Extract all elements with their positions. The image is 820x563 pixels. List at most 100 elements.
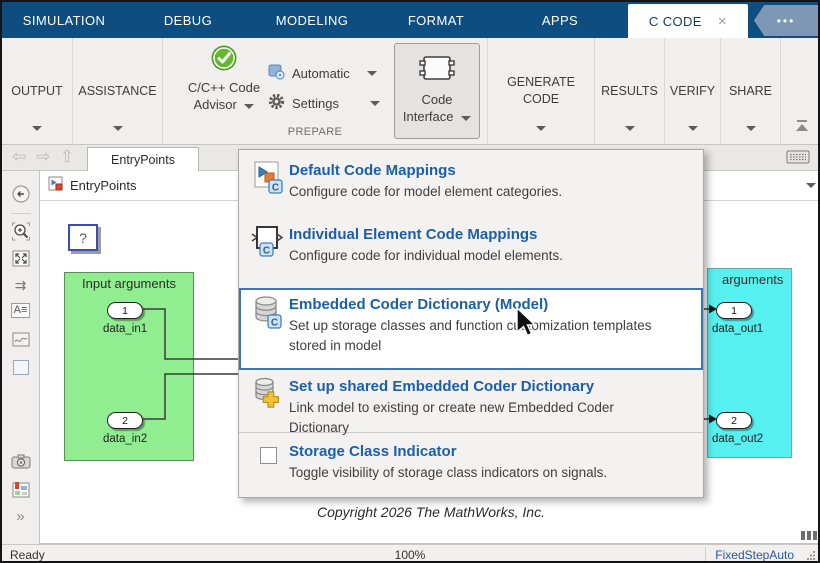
chevron-down-icon [536, 126, 546, 131]
close-tab-icon[interactable]: × [718, 14, 727, 29]
menu-item-individual-element-code-mappings[interactable]: C Individual Element Code Mappings Confi… [239, 220, 703, 286]
code-interface-label-line2: Interface [403, 108, 472, 125]
outport-2-label: data_out2 [712, 433, 764, 445]
code-advisor-label-line2: Advisor [194, 96, 255, 113]
code-advisor-label-line1: C/C++ Code [187, 80, 261, 95]
fit-to-view-icon[interactable] [12, 250, 30, 267]
ellipsis-icon: ••• [776, 13, 796, 28]
chevron-down-icon [461, 116, 472, 121]
code-interface-menu: C Default Code Mappings Configure code f… [238, 149, 704, 498]
menu-item-description: Configure code for model element categor… [289, 184, 563, 199]
prepare-section-label: PREPARE [287, 126, 343, 138]
inport-2[interactable]: 2 [107, 412, 143, 429]
menu-item-description: Link model to existing or create new Emb… [289, 400, 614, 435]
code-interface-label-line1: Code [421, 92, 453, 107]
chevron-down-icon [244, 104, 255, 109]
mouse-cursor [515, 306, 539, 344]
menu-item-title: Embedded Coder Dictionary (Model) [289, 296, 549, 313]
tab-debug[interactable]: DEBUG [126, 2, 250, 38]
results-dropdown-button[interactable]: RESULTS [595, 38, 665, 144]
screenshot-camera-icon[interactable] [11, 454, 31, 469]
shared-dictionary-icon [247, 372, 289, 432]
area-box-icon[interactable] [12, 360, 29, 375]
menu-item-shared-embedded-coder-dictionary[interactable]: Set up shared Embedded Coder Dictionary … [239, 372, 703, 435]
tab-c-code-active[interactable]: C CODE × [628, 4, 748, 38]
status-divider [705, 547, 706, 561]
chevron-down-icon [369, 100, 380, 106]
generate-code-button[interactable]: GENERATE CODE [488, 38, 595, 144]
simulink-window: SIMULATION DEBUG MODELING FORMAT APPS C … [0, 0, 820, 563]
menu-item-embedded-coder-dictionary[interactable]: C Embedded Coder Dictionary (Model) Set … [239, 288, 703, 370]
hide-explorer-bar-icon[interactable] [12, 185, 30, 203]
svg-text:C: C [272, 183, 279, 194]
results-label: RESULTS [601, 83, 658, 98]
tab-c-code-label: C CODE [648, 13, 702, 29]
outport-1[interactable]: 1 [716, 302, 752, 319]
signal-routing-icon[interactable]: ⇉ [15, 277, 27, 294]
status-message: Ready [10, 548, 45, 562]
outport-2[interactable]: 2 [716, 412, 752, 429]
chevron-down-icon [745, 126, 756, 131]
storage-class-indicator-checkbox[interactable] [259, 447, 277, 464]
code-interface-block-icon [417, 54, 457, 85]
status-bar: Ready 100% FixedStepAuto [2, 544, 818, 562]
generate-code-label: GENERATE CODE [507, 75, 575, 106]
output-arguments-block[interactable]: arguments 1 data_out1 2 data_out2 [707, 268, 792, 458]
input-arguments-block[interactable]: Input arguments 1 data_in1 2 data_in2 [64, 272, 194, 461]
tab-modeling[interactable]: MODELING [250, 2, 374, 38]
resize-grip-icon[interactable] [806, 549, 816, 561]
automatic-build-icon [268, 64, 285, 83]
settings-label: Settings [292, 95, 339, 111]
output-dropdown-button[interactable]: OUTPUT [2, 38, 73, 144]
menu-item-description: Configure code for individual model elem… [289, 248, 563, 263]
gear-icon [268, 93, 285, 113]
library-browser-icon[interactable] [12, 481, 30, 498]
copyright-annotation: Copyright 2026 The MathWorks, Inc. [317, 504, 545, 520]
document-tab-entrypoints[interactable]: EntryPoints [87, 147, 199, 171]
tab-format[interactable]: FORMAT [374, 2, 498, 38]
tab-simulation[interactable]: SIMULATION [2, 2, 126, 38]
navigate-back-icon[interactable]: ⇦ [12, 147, 26, 167]
solver-link[interactable]: FixedStepAuto [715, 548, 794, 561]
keyboard-shortcuts-icon[interactable] [786, 150, 810, 169]
chevron-down-icon [366, 70, 377, 76]
default-code-mappings-icon: C [247, 156, 289, 220]
code-advisor-check-icon [210, 44, 238, 75]
svg-text:C: C [263, 246, 270, 257]
menu-item-storage-class-indicator[interactable]: Storage Class Indicator Toggle visibilit… [239, 433, 703, 497]
settings-button[interactable]: Settings [268, 92, 380, 114]
automatic-build-button[interactable]: Automatic [268, 62, 377, 84]
expand-palette-icon[interactable]: » [16, 508, 24, 525]
ribbon-tab-bar: SIMULATION DEBUG MODELING FORMAT APPS C … [2, 2, 818, 38]
breadcrumb-model-name: EntryPoints [70, 178, 137, 193]
individual-element-code-mappings-icon: C [247, 220, 289, 286]
code-interface-button[interactable]: Code Interface [394, 43, 480, 139]
assistance-dropdown-button[interactable]: ASSISTANCE [73, 38, 163, 144]
chevron-down-icon [112, 126, 123, 131]
menu-item-description: Set up storage classes and function cust… [289, 318, 652, 353]
tab-apps[interactable]: APPS [498, 2, 622, 38]
verify-dropdown-button[interactable]: VERIFY [665, 38, 721, 144]
chevron-down-icon [687, 126, 698, 131]
annotation-icon[interactable]: A≡ [10, 303, 31, 318]
minimize-toolstrip-button[interactable] [794, 119, 810, 138]
annotation-glyph: A≡ [10, 303, 31, 318]
breadcrumb-dropdown-icon[interactable] [806, 183, 816, 188]
tab-overflow-button[interactable]: ••• [754, 5, 818, 36]
svg-text:C: C [271, 318, 278, 329]
navigate-forward-icon[interactable]: ⇨ [36, 147, 50, 167]
navigate-up-icon[interactable]: ⇧ [60, 147, 74, 167]
share-dropdown-button[interactable]: SHARE [721, 38, 781, 144]
chevron-down-icon [624, 126, 635, 131]
image-annotation-icon[interactable] [12, 332, 30, 347]
chevron-down-icon [32, 126, 42, 131]
zoom-tool-icon[interactable] [11, 222, 30, 241]
verify-label: VERIFY [669, 83, 716, 98]
inport-1[interactable]: 1 [107, 302, 143, 319]
horizontal-scrollbar[interactable] [801, 531, 817, 540]
automatic-label: Automatic [292, 65, 350, 81]
assistance-label: ASSISTANCE [78, 83, 157, 98]
unknown-block[interactable]: ? [68, 224, 98, 251]
canvas-tool-palette: ⇉ A≡ » [2, 171, 40, 544]
menu-item-default-code-mappings[interactable]: C Default Code Mappings Configure code f… [239, 156, 703, 220]
